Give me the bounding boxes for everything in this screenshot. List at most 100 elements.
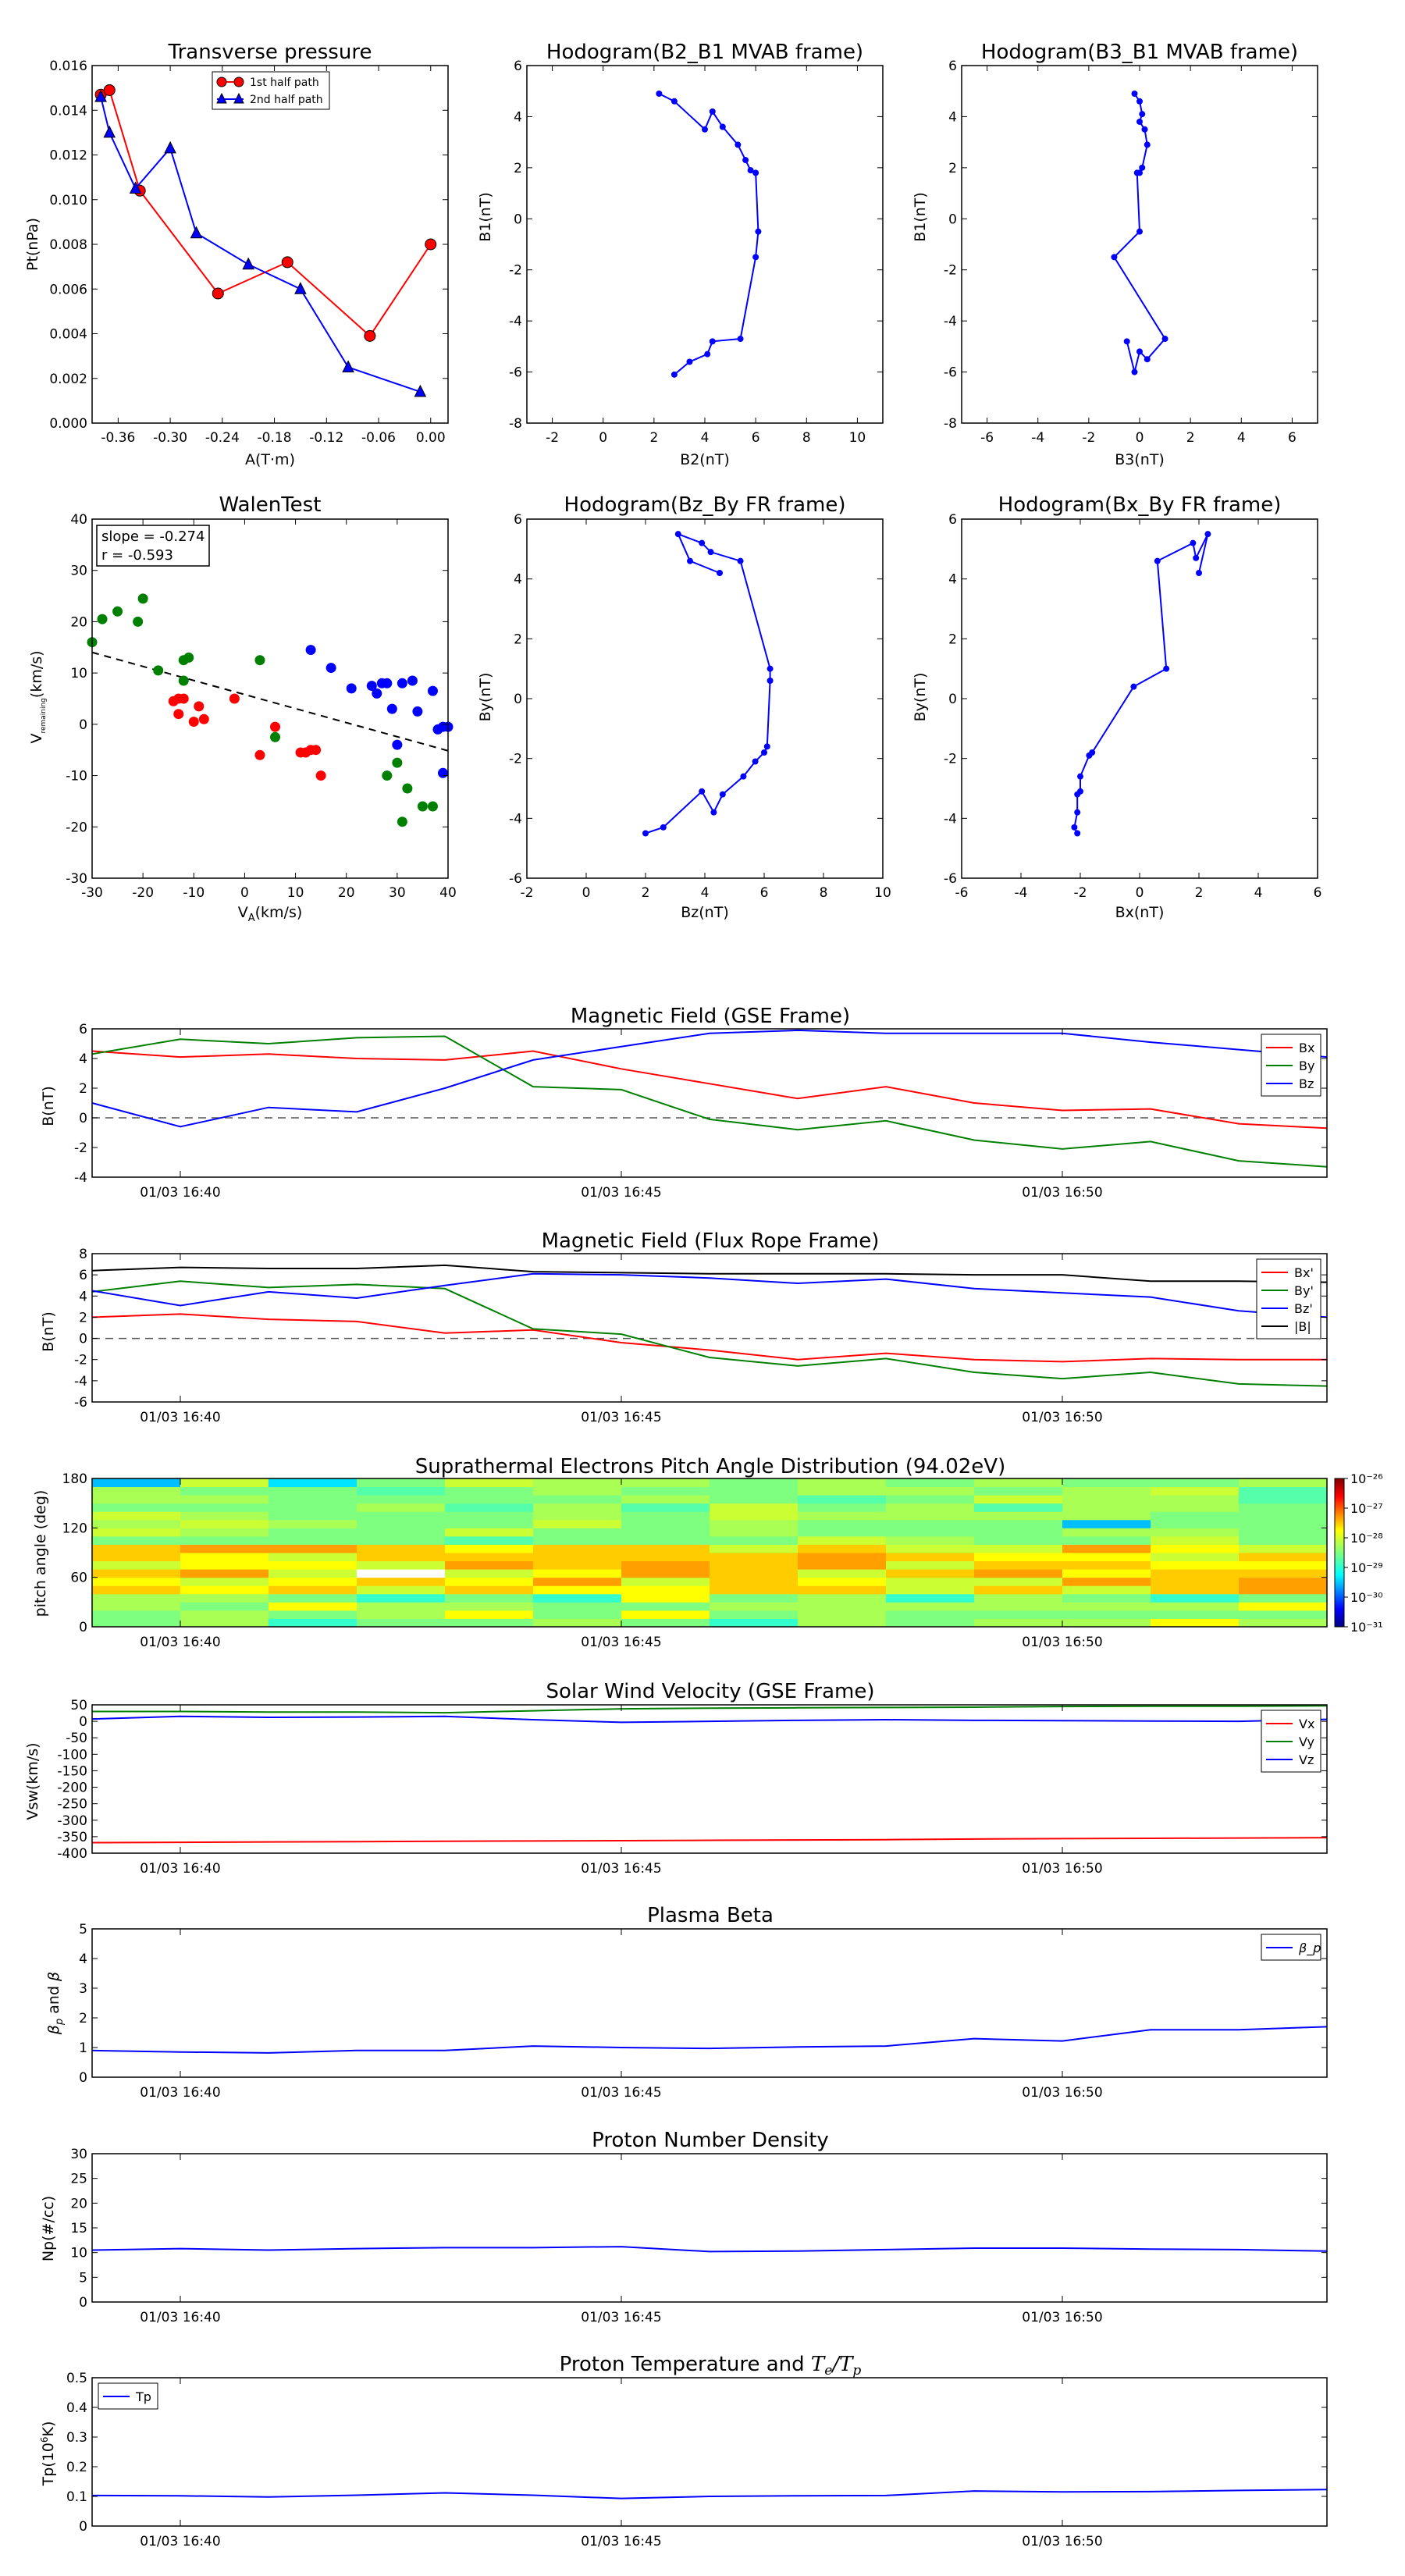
hodogram-bx-by-xtick-label: 4 — [1254, 885, 1263, 901]
hodogram-b2-b1-point — [719, 123, 726, 130]
hodogram-bz-by-xtick-label: 2 — [642, 885, 650, 901]
hodogram-bz-by-ytick-label: -6 — [509, 871, 522, 887]
pad-cell — [1062, 1486, 1151, 1496]
solar-wind-velocity-ytick-label: -50 — [66, 1731, 87, 1746]
hodogram-bx-by-point — [1074, 809, 1081, 816]
pad-cell — [269, 1585, 357, 1595]
hodogram-b2-b1-point — [686, 358, 693, 365]
hodogram-bx-by-ytick-label: 0 — [948, 692, 957, 707]
tp-ytick-label: 0.008 — [49, 237, 87, 253]
tp-xtick-label: -0.12 — [309, 430, 343, 446]
hodogram-b2-b1-point — [709, 338, 716, 345]
pad-cell — [710, 1585, 799, 1595]
hodogram-b3-b1-ytick-label: -4 — [944, 314, 957, 329]
pad-cell — [798, 1569, 887, 1578]
hodogram-bx-by-xtick-label: -6 — [955, 885, 969, 901]
walen-point — [229, 693, 240, 704]
proton-temperature-legend-label: Tp — [135, 2389, 151, 2404]
hodogram-bx-by-ytick-label: -6 — [944, 871, 957, 887]
hodogram-b3-b1-point — [1136, 98, 1143, 105]
pad-cell — [798, 1593, 887, 1603]
hodogram-b3-b1-point — [1141, 126, 1148, 133]
magnetic-field-flux-rope-ytick-label: 4 — [79, 1289, 87, 1304]
magnetic-field-flux-rope-xtick-label: 01/03 16:50 — [1022, 1410, 1102, 1425]
plasma-beta-xtick-label: 01/03 16:50 — [1022, 2085, 1102, 2101]
pad-cell — [1151, 1569, 1240, 1578]
pad-cell — [886, 1610, 975, 1619]
hodogram-bz-by-point — [761, 749, 767, 756]
hodogram-b3-b1-point — [1139, 111, 1146, 118]
pad-cell — [886, 1528, 975, 1537]
proton-density-ytick-label: 25 — [70, 2172, 87, 2187]
walen-point — [386, 703, 397, 714]
hodogram-b2-b1-ytick-label: 4 — [514, 109, 522, 125]
solar-wind-velocity-ytick-label: -350 — [57, 1830, 87, 1845]
walen-point — [325, 663, 336, 674]
proton-temperature-ytick-label: 0.4 — [66, 2400, 87, 2416]
hodogram-b2-b1-ytick-label: 6 — [514, 59, 522, 74]
pad-cell — [974, 1535, 1063, 1545]
pad-cell — [621, 1553, 710, 1562]
pad-cell — [533, 1528, 622, 1537]
hodogram-bz-by-point — [740, 773, 747, 780]
pad-cell — [1239, 1593, 1328, 1603]
walen-point — [412, 706, 423, 717]
magnetic-field-gse-xtick-label: 01/03 16:50 — [1022, 1185, 1102, 1201]
pad-cell — [533, 1544, 622, 1553]
walen-point — [270, 721, 281, 732]
pad-cell — [1239, 1610, 1328, 1619]
pad-cell — [798, 1585, 887, 1595]
solar-wind-velocity-ytick-label: -200 — [57, 1781, 87, 1796]
pad-cell — [1062, 1478, 1151, 1488]
hodogram-b3-b1-xtick-label: 4 — [1237, 430, 1246, 446]
pad-cell — [710, 1553, 799, 1562]
pad-cell — [1239, 1585, 1328, 1595]
pad-cell — [357, 1593, 446, 1603]
pad-cell — [357, 1495, 446, 1504]
tp-xtick-label: -0.06 — [361, 430, 396, 446]
pad-ytick-label: 180 — [62, 1471, 87, 1487]
solar-wind-velocity-ytick-label: -100 — [57, 1747, 87, 1763]
ylabel-hodogram-bx-by: By(nT) — [912, 673, 929, 722]
pad-cell — [1239, 1560, 1328, 1570]
pad-cell — [357, 1585, 446, 1595]
pad-cell — [1151, 1478, 1240, 1488]
magnetic-field-gse-ytick-label: 4 — [79, 1051, 87, 1067]
title-transverse-pressure: Transverse pressure — [168, 41, 372, 64]
pad-cell — [269, 1593, 357, 1603]
pad-cell — [1151, 1511, 1240, 1521]
hodogram-b2-b1-point — [656, 90, 663, 97]
pad-cell — [357, 1610, 446, 1619]
pad-cell — [974, 1585, 1063, 1595]
hodogram-bx-by-point — [1204, 531, 1211, 538]
proton-density-xtick-label: 01/03 16:40 — [140, 2310, 220, 2325]
walen-point — [382, 678, 393, 688]
pad-cell — [1239, 1569, 1328, 1578]
pad-cell — [798, 1519, 887, 1528]
pad-cell — [1151, 1535, 1240, 1545]
walen-xtick-label: 10 — [287, 885, 304, 901]
pad-colorbar — [1334, 1478, 1345, 1628]
hodogram-b2-b1-point — [670, 98, 678, 105]
walen-point — [198, 713, 209, 724]
ylabel-hodogram-bz-by: By(nT) — [477, 673, 494, 722]
pad-cell — [533, 1602, 622, 1611]
xlabel-walen-test: VA(km/s) — [238, 904, 303, 924]
plasma-beta-ytick-label: 4 — [79, 1952, 87, 1967]
pad-cell — [1239, 1495, 1328, 1504]
pad-cell — [1062, 1577, 1151, 1586]
tp-legend-marker-1st — [233, 76, 244, 87]
ylabel-walen-test: Vremaining(km/s) — [28, 650, 48, 743]
title-magnetic-field-gse: Magnetic Field (GSE Frame) — [571, 1005, 850, 1028]
solar-wind-velocity-legend-label: Vz — [1299, 1752, 1314, 1767]
pad-cell — [269, 1560, 357, 1570]
hodogram-bx-by-ytick-label: -4 — [944, 811, 957, 827]
proton-temperature-ytick-label: 0 — [79, 2519, 87, 2535]
solar-wind-velocity-ytick-label: -400 — [57, 1846, 87, 1862]
hodogram-b2-b1-point — [702, 126, 708, 133]
pad-cell — [269, 1503, 357, 1512]
tp-xtick-label: -0.18 — [258, 430, 292, 446]
pad-cell — [269, 1577, 357, 1586]
hodogram-b3-b1-ytick-label: -2 — [944, 263, 957, 279]
hodogram-b2-b1-frame — [526, 65, 884, 424]
